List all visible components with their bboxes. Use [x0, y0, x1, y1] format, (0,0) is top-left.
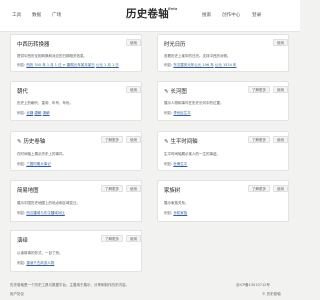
- card-calendar-converter: 中西历转换器 使用 提供中西历互相转换和对应的日期相关信息。 例如: 西历 30…: [10, 34, 142, 72]
- nav-link-data[interactable]: 数据: [32, 12, 41, 18]
- example-link[interactable]: 西汉疆域与东汉疆域对比: [26, 211, 65, 215]
- nav-link-search[interactable]: 搜索: [202, 12, 211, 18]
- example-label: 例如:: [17, 111, 26, 115]
- use-button[interactable]: 使用: [126, 136, 141, 143]
- learn-more-button[interactable]: 了解更多: [248, 185, 270, 192]
- long-river-icon: ✎: [164, 89, 169, 95]
- use-button[interactable]: 使用: [126, 235, 141, 242]
- card-description: 展示家族关系。: [164, 201, 189, 205]
- timeline-icon: ✎: [164, 139, 169, 145]
- footer-icp[interactable]: 京ICP备13015712号: [236, 283, 270, 288]
- card-description: 展示人物和事件在历史长河中的位置。: [164, 101, 224, 105]
- card-title: ✎ 长河图: [164, 89, 187, 95]
- example-link[interactable]: 杜甫生平: [173, 162, 187, 166]
- example-link[interactable]: 公元 1 月 1 日: [96, 63, 119, 67]
- top-nav: 工具 数据 广场 历史卷轴 Beta 搜索 创作中心 登录: [0, 0, 300, 32]
- card-description: 提供中西历互相转换和对应的日期相关信息。: [17, 54, 87, 58]
- use-button[interactable]: 使用: [126, 86, 141, 93]
- example-label: 例如:: [17, 261, 26, 265]
- example-label: 例如:: [17, 211, 26, 215]
- card-title: ✎ 历史卷轴: [17, 139, 46, 145]
- card-example: 例如: 李世民生平: [164, 111, 191, 116]
- card-title: ✎ 生平时间轴: [164, 139, 198, 145]
- card-description: 生平时间轴展示某人的一生的事迹。: [164, 152, 220, 156]
- card-title: 演绎: [17, 238, 28, 244]
- card-deduction: 演绎 了解更多 使用 以读故事的形式，一目了然。 例如: 重读千古风流人物: [10, 230, 142, 272]
- card-family-tree: 家族树 了解更多 使用 展示家族关系。 例如: 孙权家族: [157, 180, 289, 222]
- card-example: 例如: 东汉建安元年公元 196 年 公元 1534 年: [164, 63, 236, 68]
- learn-more-button[interactable]: 了解更多: [101, 185, 123, 192]
- scroll-icon: ✎: [17, 139, 22, 145]
- example-link[interactable]: 西历 300 年 1 月 1 日 ↔ 康熙元年某月某日: [26, 63, 94, 67]
- beta-badge: Beta: [168, 7, 178, 11]
- example-link[interactable]: 清朝: [43, 111, 50, 115]
- use-button[interactable]: 使用: [273, 136, 288, 143]
- card-life-timeline: ✎ 生平时间轴 了解更多 使用 生平时间轴展示某人的一生的事迹。 例如: 杜甫生平: [157, 131, 289, 171]
- learn-more-button[interactable]: 了解更多: [101, 235, 123, 242]
- example-link[interactable]: 公元 1534 年: [215, 63, 237, 67]
- card-time-calendar: 时光日历 使用 查看历史上某年的日历。支持中西历对照。 例如: 东汉建安元年公元…: [157, 34, 289, 72]
- card-description: 历史上的朝代、皇帝、年号、年份。: [17, 101, 73, 105]
- example-link[interactable]: 重读千古风流人物: [26, 261, 54, 265]
- card-title: 中西历转换器: [17, 42, 50, 48]
- learn-more-button[interactable]: 了解更多: [101, 136, 123, 143]
- footer-about: 历史卷轴是一个历史工具与数据平台，主要用于展示、分享和制作历史内容。: [10, 283, 129, 287]
- card-example: 例如: 西汉疆域与东汉疆域对比: [17, 211, 65, 216]
- example-link[interactable]: 李世民生平: [173, 111, 191, 115]
- card-history-scroll: ✎ 历史卷轴 了解更多 使用 在时间轴上展示历史上的事件。 例如: 三国时期大事记: [10, 131, 142, 171]
- card-description: 展示中国历史地图上的地点和区域变迁。: [17, 201, 80, 205]
- card-dynasty: 朝代 使用 历史上的朝代、皇帝、年号、年份。 例如: 北魏 唐朝 清朝: [10, 81, 142, 121]
- card-description: 查看历史上某年的日历。支持中西历对照。: [164, 54, 231, 58]
- nav-link-tools[interactable]: 工具: [12, 12, 21, 18]
- example-link[interactable]: 东汉建安元年公元 196 年: [173, 63, 213, 67]
- card-title: 时光日历: [164, 42, 186, 48]
- use-button[interactable]: 使用: [273, 39, 288, 46]
- example-label: 例如:: [17, 63, 26, 67]
- example-label: 例如:: [164, 162, 173, 166]
- footer: 历史卷轴是一个历史工具与数据平台，主要用于展示、分享和制作历史内容。 用户协议 …: [0, 280, 300, 300]
- example-label: 例如:: [164, 63, 173, 67]
- card-description: 以读故事的形式，一目了然。: [17, 251, 63, 255]
- use-button[interactable]: 使用: [273, 86, 288, 93]
- use-button[interactable]: 使用: [126, 185, 141, 192]
- learn-more-button[interactable]: 了解更多: [248, 136, 270, 143]
- nav-link-square[interactable]: 广场: [52, 12, 61, 18]
- site-logo[interactable]: 历史卷轴: [126, 6, 169, 21]
- use-button[interactable]: 使用: [273, 185, 288, 192]
- card-title: 家族树: [164, 188, 181, 194]
- card-example: 例如: 三国时期大事记: [17, 162, 51, 167]
- use-button[interactable]: 使用: [126, 39, 141, 46]
- nav-link-creator-center[interactable]: 创作中心: [222, 12, 240, 18]
- example-link[interactable]: 三国时期大事记: [26, 162, 51, 166]
- example-link[interactable]: 孙权家族: [173, 211, 187, 215]
- card-title: 简易地图: [17, 188, 39, 194]
- card-long-river: ✎ 长河图 了解更多 使用 展示人物和事件在历史长河中的位置。 例如: 李世民生平: [157, 81, 289, 121]
- example-label: 例如:: [17, 162, 26, 166]
- example-label: 例如:: [164, 211, 173, 215]
- card-example: 例如: 杜甫生平: [164, 162, 187, 167]
- example-link[interactable]: 北魏: [26, 111, 33, 115]
- card-simple-map: 简易地图 了解更多 使用 展示中国历史地图上的地点和区域变迁。 例如: 西汉疆域…: [10, 180, 142, 222]
- card-example: 例如: 北魏 唐朝 清朝: [17, 111, 50, 116]
- footer-terms-link[interactable]: 用户协议: [10, 292, 24, 297]
- card-title: 朝代: [17, 89, 28, 95]
- nav-link-login[interactable]: 登录: [252, 12, 261, 18]
- card-example: 例如: 西历 300 年 1 月 1 日 ↔ 康熙元年某月某日 公元 1 月 1…: [17, 63, 119, 68]
- card-description: 在时间轴上展示历史上的事件。: [17, 152, 66, 156]
- example-link[interactable]: 唐朝: [34, 111, 41, 115]
- card-example: 例如: 重读千古风流人物: [17, 261, 54, 266]
- card-example: 例如: 孙权家族: [164, 211, 187, 216]
- example-label: 例如:: [164, 111, 173, 115]
- footer-copyright: © 历史卷轴: [262, 292, 281, 296]
- learn-more-button[interactable]: 了解更多: [248, 86, 270, 93]
